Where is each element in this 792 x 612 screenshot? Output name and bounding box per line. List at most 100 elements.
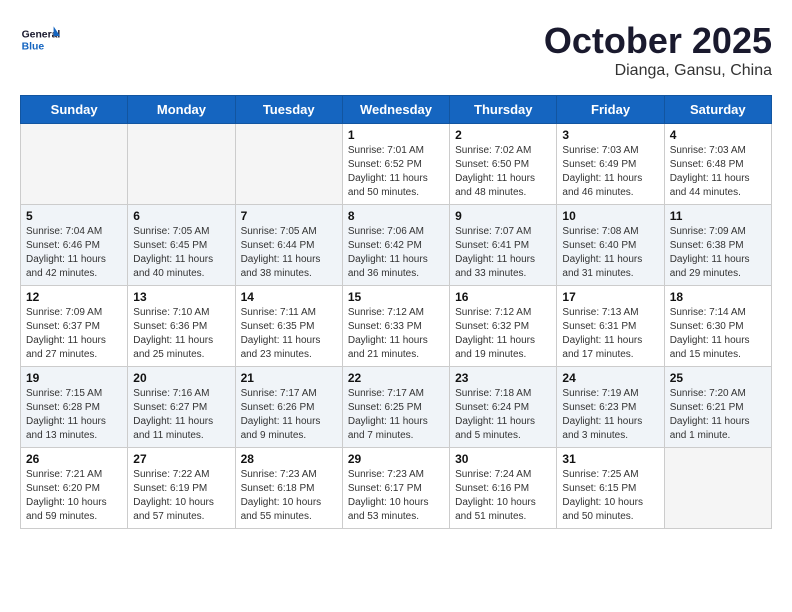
day-number: 30	[455, 452, 551, 466]
day-info: Sunrise: 7:04 AM Sunset: 6:46 PM Dayligh…	[26, 225, 122, 281]
day-cell-13: 13 Sunrise: 7:10 AM Sunset: 6:36 PM Dayli…	[128, 286, 235, 367]
day-info: Sunrise: 7:01 AM Sunset: 6:52 PM Dayligh…	[348, 144, 444, 200]
day-number: 25	[670, 371, 766, 385]
day-cell-24: 24 Sunrise: 7:19 AM Sunset: 6:23 PM Dayli…	[557, 367, 664, 448]
week-row-1: 1 Sunrise: 7:01 AM Sunset: 6:52 PM Daylig…	[21, 124, 772, 205]
day-info: Sunrise: 7:09 AM Sunset: 6:38 PM Dayligh…	[670, 225, 766, 281]
weekday-header-friday: Friday	[557, 96, 664, 124]
day-info: Sunrise: 7:15 AM Sunset: 6:28 PM Dayligh…	[26, 387, 122, 443]
day-number: 13	[133, 290, 229, 304]
day-info: Sunrise: 7:19 AM Sunset: 6:23 PM Dayligh…	[562, 387, 658, 443]
day-number: 1	[348, 128, 444, 142]
day-cell-20: 20Sunrise: 7:16 AM Sunset: 6:27 PM Dayli…	[128, 367, 235, 448]
logo-icon: General Blue	[20, 20, 60, 60]
day-cell-30: 30 Sunrise: 7:24 AM Sunset: 6:16 PM Dayli…	[450, 448, 557, 529]
day-number: 5	[26, 209, 122, 223]
day-number: 15	[348, 290, 444, 304]
day-cell-29: 29 Sunrise: 7:23 AM Sunset: 6:17 PM Dayli…	[342, 448, 449, 529]
day-cell-16: 16 Sunrise: 7:12 AM Sunset: 6:32 PM Dayli…	[450, 286, 557, 367]
day-number: 7	[241, 209, 337, 223]
day-info: Sunrise: 7:13 AM Sunset: 6:31 PM Dayligh…	[562, 306, 658, 362]
day-cell-4: 4 Sunrise: 7:03 AM Sunset: 6:48 PM Daylig…	[664, 124, 771, 205]
day-cell-23: 23Sunrise: 7:18 AM Sunset: 6:24 PM Dayli…	[450, 367, 557, 448]
day-info: Sunrise: 7:22 AM Sunset: 6:19 PM Dayligh…	[133, 468, 229, 524]
day-info: Sunrise: 7:14 AM Sunset: 6:30 PM Dayligh…	[670, 306, 766, 362]
day-info: Sunrise: 7:21 AM Sunset: 6:20 PM Dayligh…	[26, 468, 122, 524]
day-cell-10: 10Sunrise: 7:08 AM Sunset: 6:40 PM Dayli…	[557, 205, 664, 286]
day-cell-11: 11Sunrise: 7:09 AM Sunset: 6:38 PM Dayli…	[664, 205, 771, 286]
day-cell-3: 3Sunrise: 7:03 AM Sunset: 6:49 PM Daylig…	[557, 124, 664, 205]
day-number: 21	[241, 371, 337, 385]
day-number: 31	[562, 452, 658, 466]
weekday-header-wednesday: Wednesday	[342, 96, 449, 124]
day-number: 27	[133, 452, 229, 466]
day-number: 18	[670, 290, 766, 304]
day-number: 24	[562, 371, 658, 385]
day-number: 28	[241, 452, 337, 466]
day-cell-31: 31 Sunrise: 7:25 AM Sunset: 6:15 PM Dayli…	[557, 448, 664, 529]
day-info: Sunrise: 7:12 AM Sunset: 6:32 PM Dayligh…	[455, 306, 551, 362]
day-number: 16	[455, 290, 551, 304]
calendar: SundayMondayTuesdayWednesdayThursdayFrid…	[20, 95, 772, 529]
day-cell-2: 2 Sunrise: 7:02 AM Sunset: 6:50 PM Daylig…	[450, 124, 557, 205]
day-cell-17: 17Sunrise: 7:13 AM Sunset: 6:31 PM Dayli…	[557, 286, 664, 367]
day-number: 4	[670, 128, 766, 142]
weekday-header-thursday: Thursday	[450, 96, 557, 124]
day-cell-25: 25Sunrise: 7:20 AM Sunset: 6:21 PM Dayli…	[664, 367, 771, 448]
day-info: Sunrise: 7:07 AM Sunset: 6:41 PM Dayligh…	[455, 225, 551, 281]
day-number: 9	[455, 209, 551, 223]
day-info: Sunrise: 7:17 AM Sunset: 6:25 PM Dayligh…	[348, 387, 444, 443]
day-number: 14	[241, 290, 337, 304]
day-cell-8: 8Sunrise: 7:06 AM Sunset: 6:42 PM Daylig…	[342, 205, 449, 286]
weekday-header-saturday: Saturday	[664, 96, 771, 124]
day-info: Sunrise: 7:17 AM Sunset: 6:26 PM Dayligh…	[241, 387, 337, 443]
empty-cell	[664, 448, 771, 529]
day-info: Sunrise: 7:10 AM Sunset: 6:36 PM Dayligh…	[133, 306, 229, 362]
day-cell-14: 14Sunrise: 7:11 AM Sunset: 6:35 PM Dayli…	[235, 286, 342, 367]
week-row-3: 12Sunrise: 7:09 AM Sunset: 6:37 PM Dayli…	[21, 286, 772, 367]
day-info: Sunrise: 7:03 AM Sunset: 6:48 PM Dayligh…	[670, 144, 766, 200]
day-cell-15: 15 Sunrise: 7:12 AM Sunset: 6:33 PM Dayli…	[342, 286, 449, 367]
day-info: Sunrise: 7:02 AM Sunset: 6:50 PM Dayligh…	[455, 144, 551, 200]
day-cell-1: 1 Sunrise: 7:01 AM Sunset: 6:52 PM Daylig…	[342, 124, 449, 205]
week-row-5: 26 Sunrise: 7:21 AM Sunset: 6:20 PM Dayli…	[21, 448, 772, 529]
day-cell-12: 12Sunrise: 7:09 AM Sunset: 6:37 PM Dayli…	[21, 286, 128, 367]
svg-text:Blue: Blue	[22, 42, 45, 53]
day-cell-27: 27 Sunrise: 7:22 AM Sunset: 6:19 PM Dayli…	[128, 448, 235, 529]
weekday-header-monday: Monday	[128, 96, 235, 124]
day-number: 6	[133, 209, 229, 223]
day-cell-6: 6Sunrise: 7:05 AM Sunset: 6:45 PM Daylig…	[128, 205, 235, 286]
day-number: 2	[455, 128, 551, 142]
day-cell-9: 9 Sunrise: 7:07 AM Sunset: 6:41 PM Daylig…	[450, 205, 557, 286]
month-year: October 2025	[544, 20, 772, 62]
day-number: 26	[26, 452, 122, 466]
day-info: Sunrise: 7:23 AM Sunset: 6:17 PM Dayligh…	[348, 468, 444, 524]
empty-cell	[235, 124, 342, 205]
month-title: October 2025 Dianga, Gansu, China	[544, 20, 772, 80]
day-cell-5: 5 Sunrise: 7:04 AM Sunset: 6:46 PM Daylig…	[21, 205, 128, 286]
day-info: Sunrise: 7:25 AM Sunset: 6:15 PM Dayligh…	[562, 468, 658, 524]
day-info: Sunrise: 7:08 AM Sunset: 6:40 PM Dayligh…	[562, 225, 658, 281]
location: Dianga, Gansu, China	[544, 62, 772, 80]
day-number: 22	[348, 371, 444, 385]
week-row-2: 5 Sunrise: 7:04 AM Sunset: 6:46 PM Daylig…	[21, 205, 772, 286]
day-cell-21: 21 Sunrise: 7:17 AM Sunset: 6:26 PM Dayli…	[235, 367, 342, 448]
day-cell-7: 7 Sunrise: 7:05 AM Sunset: 6:44 PM Daylig…	[235, 205, 342, 286]
day-cell-18: 18 Sunrise: 7:14 AM Sunset: 6:30 PM Dayli…	[664, 286, 771, 367]
logo: General Blue	[20, 20, 64, 60]
day-cell-22: 22 Sunrise: 7:17 AM Sunset: 6:25 PM Dayli…	[342, 367, 449, 448]
weekday-header-sunday: Sunday	[21, 96, 128, 124]
day-info: Sunrise: 7:12 AM Sunset: 6:33 PM Dayligh…	[348, 306, 444, 362]
weekday-header-row: SundayMondayTuesdayWednesdayThursdayFrid…	[21, 96, 772, 124]
day-info: Sunrise: 7:24 AM Sunset: 6:16 PM Dayligh…	[455, 468, 551, 524]
day-info: Sunrise: 7:16 AM Sunset: 6:27 PM Dayligh…	[133, 387, 229, 443]
day-info: Sunrise: 7:23 AM Sunset: 6:18 PM Dayligh…	[241, 468, 337, 524]
day-cell-28: 28 Sunrise: 7:23 AM Sunset: 6:18 PM Dayli…	[235, 448, 342, 529]
day-number: 8	[348, 209, 444, 223]
week-row-4: 19Sunrise: 7:15 AM Sunset: 6:28 PM Dayli…	[21, 367, 772, 448]
weekday-header-tuesday: Tuesday	[235, 96, 342, 124]
day-info: Sunrise: 7:05 AM Sunset: 6:44 PM Dayligh…	[241, 225, 337, 281]
day-info: Sunrise: 7:18 AM Sunset: 6:24 PM Dayligh…	[455, 387, 551, 443]
day-number: 29	[348, 452, 444, 466]
day-info: Sunrise: 7:03 AM Sunset: 6:49 PM Dayligh…	[562, 144, 658, 200]
